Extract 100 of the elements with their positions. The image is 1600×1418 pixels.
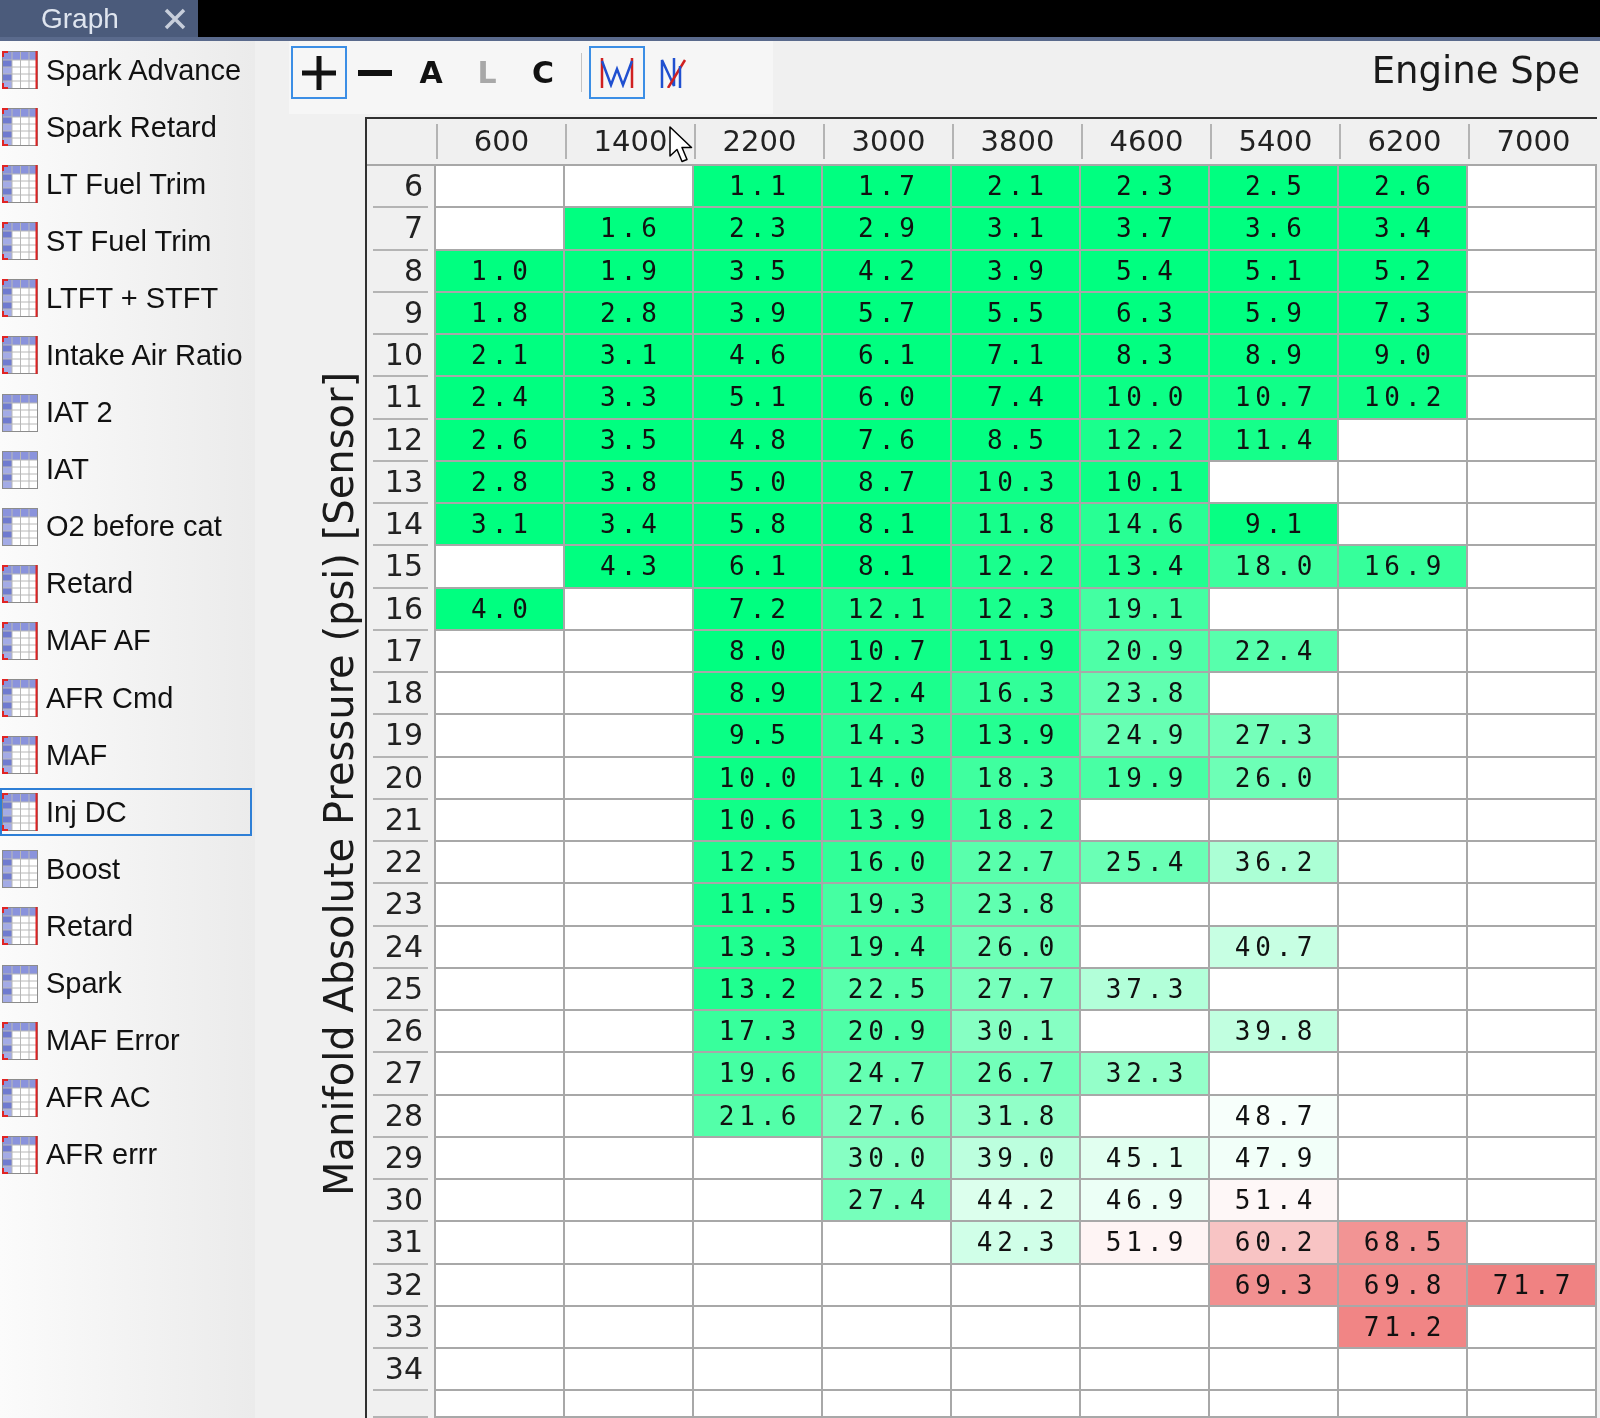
table-cell: 13.9 [823,799,952,842]
table-cell: 5.9 [1210,292,1339,335]
table-cell: 22.4 [1210,630,1339,673]
table-cell: 8.1 [823,546,952,589]
sidebar-item[interactable]: MAF AF [0,616,252,665]
sidebar-item[interactable]: LTFT + STFT [0,274,252,323]
sidebar-item[interactable]: LT Fuel Trim [0,160,252,209]
row-label: 19 [373,715,428,758]
table-cell: 1.9 [565,250,694,293]
table-cell: 16.3 [952,673,1081,716]
table-cell: 8.3 [1081,335,1210,378]
table-cell: 3.9 [952,250,1081,293]
axis-label: Manifold Absolute Pressure (psi) [Sensor] [316,372,362,1196]
table-cell: 10.1 [1081,461,1210,504]
table-cell: 31.8 [952,1095,1081,1138]
sidebar-item[interactable]: Intake Air Ratio [0,331,252,380]
table-cell: 48.7 [1210,1095,1339,1138]
plus-icon [302,55,336,90]
row-label: 7 [373,208,428,251]
sidebar-item[interactable]: Spark Advance [0,46,252,94]
table-cell: 24.9 [1081,715,1210,758]
table-cell: 26.0 [952,926,1081,969]
row-label: 14 [373,504,428,547]
row-label: 8 [373,250,428,293]
sidebar-item[interactable]: AFR AC [0,1073,252,1122]
table-cell: 30.0 [823,1137,952,1180]
sidebar-item[interactable]: Spark [0,959,252,1008]
table-cell: 18.0 [1210,546,1339,589]
tab[interactable]: Graph [0,0,198,37]
table-cell: 37.3 [1081,968,1210,1011]
letter-button[interactable]: C [515,46,571,99]
table-cell: 22.5 [823,968,952,1011]
column-header: 600 [436,124,565,159]
toolbar-button[interactable] [291,46,347,99]
table-cell: 2.8 [565,292,694,335]
table-cell: 2.4 [436,377,565,420]
table-cell: 10.3 [952,461,1081,504]
row-label: 29 [373,1137,428,1180]
table-cell: 11.9 [952,630,1081,673]
table-cell: 71.2 [1339,1306,1468,1349]
sidebar-item[interactable]: Spark Retard [0,103,252,152]
table-cell: 13.2 [694,968,823,1011]
table-cell: 8.7 [823,461,952,504]
table-cell: 19.9 [1081,757,1210,800]
toolbar-button[interactable] [589,46,645,99]
table-cell: 27.3 [1210,715,1339,758]
table-cell: 5.2 [1339,250,1468,293]
line-graph-icon [600,57,634,88]
table-cell: 19.6 [694,1053,823,1096]
table-cell: 1.7 [823,166,952,209]
sidebar-item[interactable]: AFR errr [0,1130,252,1179]
table-cell: 4.8 [694,419,823,462]
table-cell: 5.8 [694,504,823,547]
table-cell: 4.2 [823,250,952,293]
table-cell: 3.8 [565,461,694,504]
sidebar-item[interactable]: IAT [0,445,252,494]
table-cell: 8.9 [694,673,823,716]
sidebar-item[interactable]: MAF Error [0,1016,252,1065]
table-cell: 8.0 [694,630,823,673]
sidebar-item[interactable]: Boost [0,845,252,894]
sidebar-item[interactable]: Inj DC [0,788,252,837]
table-cell: 14.0 [823,757,952,800]
sidebar-item[interactable]: Retard [0,902,252,951]
sidebar-item[interactable]: IAT 2 [0,388,252,437]
table-cell: 20.9 [1081,630,1210,673]
table-cell: 2.5 [1210,166,1339,209]
row-label: 16 [373,588,428,631]
table-cell: 2.6 [436,419,565,462]
table-cell: 21.6 [694,1095,823,1138]
sidebar-item[interactable]: MAF [0,731,252,780]
table-cell: 3.4 [565,504,694,547]
column-header: 4600 [1081,124,1210,159]
table-cell: 42.3 [952,1222,1081,1265]
column-header: 7000 [1468,124,1597,159]
table-cell: 3.1 [565,335,694,378]
table-cell: 5.7 [823,292,952,335]
table-cell: 16.0 [823,842,952,885]
row-label: 20 [373,757,428,800]
letter-button[interactable]: A [403,46,459,99]
sidebar-item[interactable]: ST Fuel Trim [0,217,252,266]
table-cell: 2.9 [823,208,952,251]
table-cell: 5.4 [1081,250,1210,293]
table-cell: 36.2 [1210,842,1339,885]
table-cell: 22.7 [952,842,1081,885]
table-cell: 5.0 [694,461,823,504]
sidebar-item[interactable]: AFR Cmd [0,674,252,723]
table-cell: 19.1 [1081,588,1210,631]
table-cell: 2.1 [436,335,565,378]
table-cell: 20.9 [823,1011,952,1054]
row-label: 17 [373,630,428,673]
sidebar-item[interactable]: O2 before cat [0,502,252,551]
table-cell: 12.4 [823,673,952,716]
close-icon[interactable] [164,7,186,30]
table-cell: 4.0 [436,588,565,631]
table-cell: 19.3 [823,884,952,927]
table-cell: 12.2 [1081,419,1210,462]
row-label: 31 [373,1222,428,1265]
table-cell: 32.3 [1081,1053,1210,1096]
row-label: 11 [373,377,428,420]
sidebar-item[interactable]: Retard [0,559,252,608]
